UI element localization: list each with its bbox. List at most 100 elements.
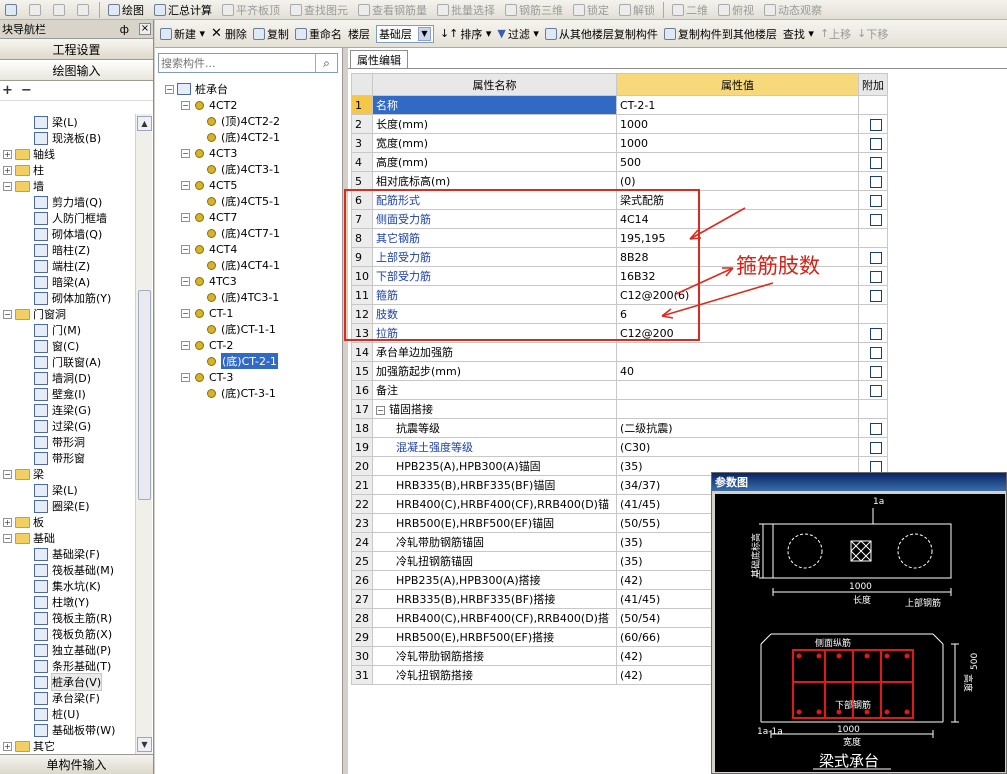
toolbar-flat-slab-button[interactable]: 平齐板顶 bbox=[217, 1, 285, 19]
tree-leaf[interactable]: (底)4TC3-1 bbox=[165, 289, 341, 305]
extra-checkbox[interactable] bbox=[870, 251, 882, 264]
tree-leaf[interactable]: (底)4CT4-1 bbox=[165, 257, 341, 273]
nav-item[interactable]: 过梁(G) bbox=[0, 418, 135, 434]
extra-checkbox[interactable] bbox=[870, 422, 882, 435]
find-button[interactable]: 查找 ▾ bbox=[780, 23, 817, 45]
property-row[interactable]: 7 侧面受力筋 4C14 bbox=[351, 209, 888, 229]
floor-select[interactable]: 基础层 ▼ bbox=[375, 24, 434, 43]
tree-group[interactable]: − CT-3 bbox=[165, 369, 341, 385]
extra-checkbox[interactable] bbox=[870, 156, 882, 169]
nav-item[interactable]: 集水坑(K) bbox=[0, 578, 135, 594]
copy-button[interactable]: 复制 bbox=[250, 23, 292, 45]
nav-item[interactable]: 独立基础(P) bbox=[0, 642, 135, 658]
property-row[interactable]: 14 承台单边加强筋 bbox=[351, 342, 888, 362]
nav-item[interactable]: 梁(L) bbox=[0, 482, 135, 498]
toolbar-rebar-3d-button[interactable]: 钢筋三维 bbox=[500, 1, 568, 19]
nav-item[interactable]: 人防门框墙 bbox=[0, 210, 135, 226]
extra-checkbox[interactable] bbox=[870, 137, 882, 150]
property-row[interactable]: 15 加强筋起步(mm) 40 bbox=[351, 361, 888, 381]
property-value[interactable] bbox=[616, 399, 859, 419]
nav-folder[interactable]: − 基础 bbox=[0, 530, 135, 546]
extra-checkbox[interactable] bbox=[870, 118, 882, 131]
toolbar-sigma-button[interactable]: 汇总计算 bbox=[149, 1, 217, 19]
nav-item[interactable]: 连梁(G) bbox=[0, 402, 135, 418]
search-icon[interactable]: ⌕ bbox=[315, 54, 337, 72]
expand-icon[interactable]: + bbox=[3, 149, 12, 159]
nav-item[interactable]: 暗柱(Z) bbox=[0, 242, 135, 258]
tree-leaf[interactable]: (底)CT-2-1 bbox=[165, 353, 341, 369]
toolbar-redo-button[interactable] bbox=[72, 1, 96, 19]
nav-item[interactable]: 砌体加筋(Y) bbox=[0, 290, 135, 306]
nav-item[interactable]: 剪力墙(Q) bbox=[0, 194, 135, 210]
scroll-down-icon[interactable]: ▼ bbox=[137, 737, 152, 752]
project-settings-button[interactable]: 工程设置 bbox=[0, 39, 153, 60]
property-row[interactable]: 6 配筋形式 梁式配筋 bbox=[351, 190, 888, 210]
property-row[interactable]: 5 相对底标高(m) (0) bbox=[351, 171, 888, 191]
toolbar-draw-button[interactable]: 绘图 bbox=[103, 1, 149, 19]
tree-leaf[interactable]: (底)4CT5-1 bbox=[165, 193, 341, 209]
nav-folder[interactable]: + 柱 bbox=[0, 162, 135, 178]
nav-folder[interactable]: − 墙 bbox=[0, 178, 135, 194]
extra-checkbox[interactable] bbox=[870, 270, 882, 283]
nav-item[interactable]: 筏板负筋(X) bbox=[0, 626, 135, 642]
toolbar-batch-select-button[interactable]: 批量选择 bbox=[432, 1, 500, 19]
nav-item[interactable]: 梁(L) bbox=[0, 114, 135, 130]
nav-folder[interactable]: − 门窗洞 bbox=[0, 306, 135, 322]
toolbar-2d-button[interactable]: 二维 bbox=[667, 1, 713, 19]
collapse-icon[interactable]: − bbox=[3, 181, 12, 191]
nav-folder[interactable]: + 轴线 bbox=[0, 146, 135, 162]
collapse-icon[interactable]: − bbox=[181, 372, 190, 382]
property-value[interactable]: C12@200(6) bbox=[616, 285, 859, 305]
tree-group[interactable]: −4CT7 bbox=[165, 209, 341, 225]
nav-item[interactable]: 壁龛(I) bbox=[0, 386, 135, 402]
nav-item[interactable]: 条形基础(T) bbox=[0, 658, 135, 674]
property-row[interactable]: 13 拉筋 C12@200 bbox=[351, 323, 888, 343]
tree-group[interactable]: −4TC3 bbox=[165, 273, 341, 289]
toolbar-dynamic-view-button[interactable]: 动态观察 bbox=[759, 1, 827, 19]
toolbar-folder-open-button[interactable] bbox=[0, 1, 24, 19]
collapse-icon[interactable]: − bbox=[165, 84, 174, 94]
rename-button[interactable]: 重命名 bbox=[292, 23, 345, 45]
tree-group[interactable]: −4CT4 bbox=[165, 241, 341, 257]
collapse-icon[interactable]: − bbox=[181, 276, 190, 286]
toolbar-unlock-button[interactable]: 解锁 bbox=[614, 1, 660, 19]
nav-item[interactable]: 现浇板(B) bbox=[0, 130, 135, 146]
collapse-icon[interactable]: − bbox=[3, 309, 12, 319]
extra-checkbox[interactable] bbox=[870, 384, 882, 397]
property-row[interactable]: 19 混凝土强度等级 (C30) bbox=[351, 437, 888, 457]
property-value[interactable]: C12@200 bbox=[616, 323, 859, 343]
property-value[interactable]: 40 bbox=[616, 361, 859, 381]
draw-input-button[interactable]: 绘图输入 bbox=[0, 60, 153, 81]
nav-item[interactable]: 柱墩(Y) bbox=[0, 594, 135, 610]
remove-icon[interactable]: − bbox=[21, 83, 32, 98]
expand-icon[interactable]: + bbox=[3, 517, 12, 527]
tree-group[interactable]: − CT-1 bbox=[165, 305, 341, 321]
nav-folder[interactable]: − 梁 bbox=[0, 466, 135, 482]
property-value[interactable]: (C30) bbox=[616, 437, 859, 457]
tree-leaf[interactable]: (底)4CT2-1 bbox=[165, 129, 341, 145]
pin-icon[interactable]: ф bbox=[120, 23, 129, 36]
property-value[interactable]: 1000 bbox=[616, 133, 859, 153]
property-row[interactable]: 16 备注 bbox=[351, 380, 888, 400]
tree-leaf[interactable]: (底)4CT7-1 bbox=[165, 225, 341, 241]
close-icon[interactable]: × bbox=[139, 23, 151, 35]
extra-checkbox[interactable] bbox=[870, 213, 882, 226]
nav-item[interactable]: 筏板主筋(R) bbox=[0, 610, 135, 626]
search-input[interactable] bbox=[159, 55, 315, 71]
property-row[interactable]: 4 高度(mm) 500 bbox=[351, 152, 888, 172]
property-row[interactable]: 12 肢数 6 bbox=[351, 304, 888, 324]
property-value[interactable]: CT-2-1 bbox=[616, 95, 859, 115]
nav-item[interactable]: 承台梁(F) bbox=[0, 690, 135, 706]
single-component-input-button[interactable]: 单构件输入 bbox=[0, 754, 153, 774]
move-down-button[interactable]: ↓ 下移 bbox=[854, 23, 891, 45]
nav-item[interactable]: 带形窗 bbox=[0, 450, 135, 466]
extra-checkbox[interactable] bbox=[870, 289, 882, 302]
property-row[interactable]: 3 宽度(mm) 1000 bbox=[351, 133, 888, 153]
extra-checkbox[interactable] bbox=[870, 441, 882, 454]
collapse-icon[interactable]: − bbox=[181, 100, 190, 110]
nav-item[interactable]: 窗(C) bbox=[0, 338, 135, 354]
nav-item[interactable]: 基础板带(W) bbox=[0, 722, 135, 738]
property-row[interactable]: 17− 锚固搭接 bbox=[351, 399, 888, 419]
extra-checkbox[interactable] bbox=[870, 194, 882, 207]
tree-root[interactable]: − 桩承台 bbox=[165, 81, 341, 97]
